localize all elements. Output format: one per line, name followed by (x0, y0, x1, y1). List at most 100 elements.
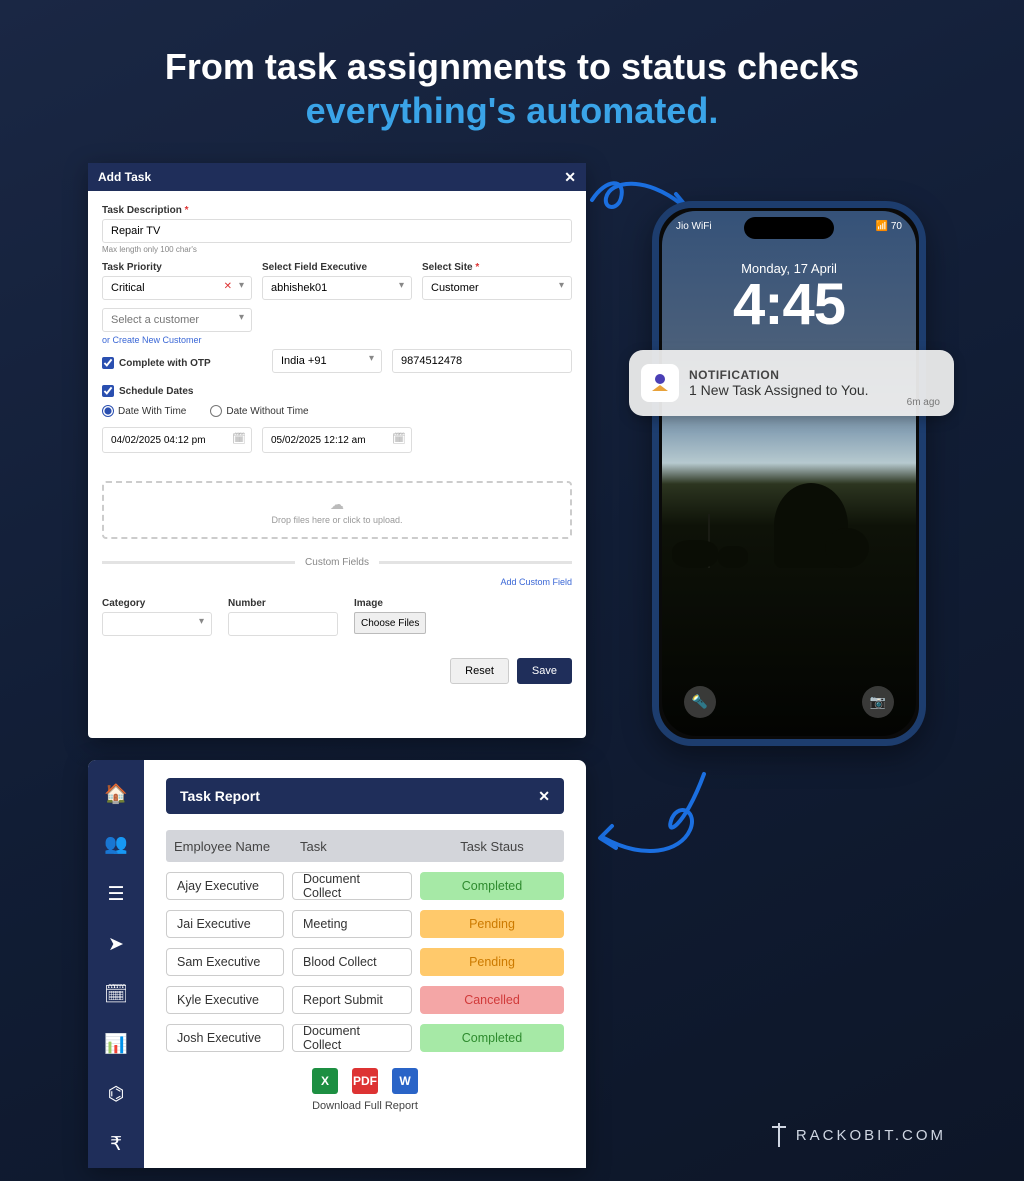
close-icon[interactable]: ✕ (564, 169, 576, 186)
report-sidebar: 🏠 👥 ☰ ➤ 🗓 📊 ⌬ ₹ (88, 760, 144, 1168)
create-customer-link[interactable]: or Create New Customer (102, 335, 252, 345)
employee-cell: Josh Executive (166, 1024, 284, 1052)
choose-files-button[interactable]: Choose Files (354, 612, 426, 634)
category-label: Category (102, 598, 212, 609)
task-cell: Document Collect (292, 872, 412, 900)
pdf-icon[interactable]: PDF (352, 1068, 378, 1094)
close-icon[interactable]: ✕ (538, 788, 550, 805)
employee-cell: Kyle Executive (166, 986, 284, 1014)
excel-icon[interactable]: X (312, 1068, 338, 1094)
battery-indicator: 📶 70 (876, 221, 902, 232)
date-without-time-radio[interactable]: Date Without Time (210, 405, 308, 417)
notification-body: 1 New Task Assigned to You. (689, 382, 942, 398)
table-row: Josh Executive Document Collect Completed (166, 1024, 564, 1052)
phone-notch (744, 217, 834, 239)
category-select[interactable] (102, 612, 212, 636)
notification-title: NOTIFICATION (689, 368, 942, 382)
download-report-link[interactable]: Download Full Report (166, 1100, 564, 1112)
add-task-panel: Add Task ✕ Task Description Max length o… (88, 163, 586, 738)
custom-fields-divider: Custom Fields (102, 557, 572, 568)
image-label: Image (354, 598, 464, 609)
table-row: Kyle Executive Report Submit Cancelled (166, 986, 564, 1014)
file-drop-zone[interactable]: ☁ Drop files here or click to upload. (102, 481, 572, 539)
report-title: Task Report (180, 788, 260, 804)
phone-input[interactable] (392, 349, 572, 373)
add-task-title: Add Task (98, 170, 151, 184)
col-task: Task (300, 839, 428, 854)
employee-cell: Ajay Executive (166, 872, 284, 900)
notification-card[interactable]: NOTIFICATION 1 New Task Assigned to You.… (629, 350, 954, 416)
home-icon[interactable]: 🏠 (104, 782, 128, 806)
add-task-header: Add Task ✕ (88, 163, 586, 191)
schedule-label: Schedule Dates (119, 386, 193, 397)
location-icon[interactable]: ➤ (104, 932, 128, 956)
start-date-input[interactable] (102, 427, 252, 453)
end-date-input[interactable] (262, 427, 412, 453)
export-row: X PDF W (166, 1068, 564, 1094)
notification-app-icon (641, 364, 679, 402)
number-label: Number (228, 598, 338, 609)
add-custom-field-link[interactable]: Add Custom Field (500, 577, 572, 587)
task-cell: Document Collect (292, 1024, 412, 1052)
desc-hint: Max length only 100 char's (102, 245, 572, 254)
schedule-checkbox[interactable] (102, 385, 114, 397)
task-desc-input[interactable] (102, 219, 572, 243)
brand-text: RACKOBIT.COM (796, 1127, 946, 1144)
task-cell: Meeting (292, 910, 412, 938)
customer-select[interactable] (102, 308, 252, 332)
chart-icon[interactable]: 📊 (104, 1032, 128, 1056)
users-icon[interactable]: 👥 (104, 832, 128, 856)
table-row: Ajay Executive Document Collect Completed (166, 872, 564, 900)
save-button[interactable]: Save (517, 658, 572, 684)
drop-text: Drop files here or click to upload. (271, 515, 402, 525)
col-status: Task Staus (428, 839, 556, 854)
report-header: Task Report ✕ (166, 778, 564, 814)
word-icon[interactable]: W (392, 1068, 418, 1094)
task-cell: Blood Collect (292, 948, 412, 976)
wallpaper-silhouette (662, 432, 916, 569)
priority-label: Task Priority (102, 262, 252, 273)
status-badge: Completed (420, 872, 564, 900)
upload-icon: ☁ (330, 496, 344, 513)
task-desc-label: Task Description (102, 205, 572, 216)
headline-line2: everything's automated. (0, 90, 1024, 132)
clear-icon[interactable]: ✕ (224, 281, 232, 292)
executive-select[interactable] (262, 276, 412, 300)
status-badge: Cancelled (420, 986, 564, 1014)
number-input[interactable] (228, 612, 338, 636)
site-label: Select Site (422, 262, 572, 273)
executive-label: Select Field Executive (262, 262, 412, 273)
rupee-icon[interactable]: ₹ (104, 1132, 128, 1156)
status-badge: Pending (420, 910, 564, 938)
reset-button[interactable]: Reset (450, 658, 509, 684)
country-code-select[interactable] (272, 349, 382, 373)
org-icon[interactable]: ⌬ (104, 1082, 128, 1106)
employee-cell: Sam Executive (166, 948, 284, 976)
camera-icon[interactable]: 📷 (862, 686, 894, 718)
calendar-icon[interactable]: 🗓 (392, 432, 406, 445)
carrier-label: Jio WiFi (676, 221, 712, 232)
employee-cell: Jai Executive (166, 910, 284, 938)
headline-line1: From task assignments to status checks (0, 46, 1024, 88)
table-header: Employee Name Task Task Staus (166, 830, 564, 862)
status-badge: Pending (420, 948, 564, 976)
col-employee: Employee Name (174, 839, 300, 854)
brand-footer: RACKOBIT.COM (770, 1123, 946, 1147)
calendar-icon[interactable]: 🗓 (104, 982, 128, 1006)
flashlight-icon[interactable]: 🔦 (684, 686, 716, 718)
list-icon[interactable]: ☰ (104, 882, 128, 906)
brand-logo-icon (770, 1123, 788, 1147)
date-with-time-radio[interactable]: Date With Time (102, 405, 186, 417)
notification-age: 6m ago (907, 397, 940, 408)
calendar-icon[interactable]: 🗓 (232, 432, 246, 445)
lock-time: 4:45 (662, 276, 916, 334)
phone-mockup: Jio WiFi 📶 70 Monday, 17 April 4:45 🔦 📷 … (652, 201, 926, 746)
task-report-panel: 🏠 👥 ☰ ➤ 🗓 📊 ⌬ ₹ Task Report ✕ Employee N… (88, 760, 586, 1168)
site-select[interactable] (422, 276, 572, 300)
headline: From task assignments to status checks e… (0, 0, 1024, 132)
arrow-icon (594, 768, 724, 878)
task-cell: Report Submit (292, 986, 412, 1014)
table-row: Sam Executive Blood Collect Pending (166, 948, 564, 976)
table-row: Jai Executive Meeting Pending (166, 910, 564, 938)
status-badge: Completed (420, 1024, 564, 1052)
